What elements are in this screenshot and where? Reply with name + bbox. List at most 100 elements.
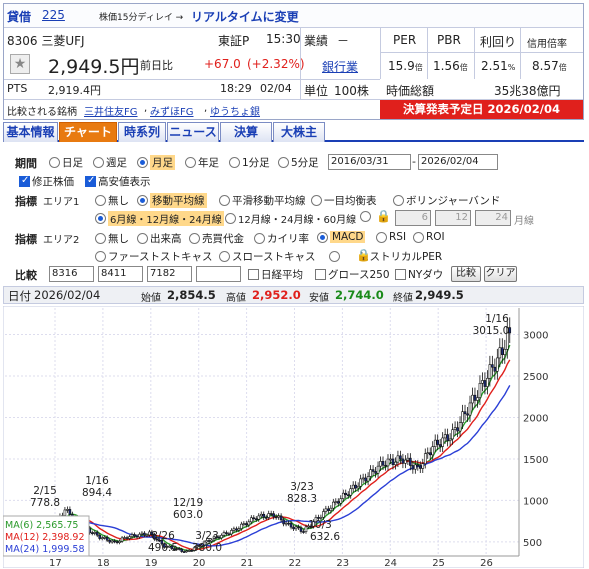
compare-stock-link[interactable]: 三井住友FG xyxy=(84,103,138,118)
close-value: 2,949.5 xyxy=(415,288,464,302)
chart-controls: 期間 日足 週足 月足 年足 1分足 5分足 2016/03/31 - 2026… xyxy=(3,145,584,282)
period-option-monthly[interactable]: 月足 xyxy=(137,155,175,170)
x-tick-label: 18 xyxy=(97,558,110,568)
ma-custom-input-3[interactable]: 24 xyxy=(475,210,511,226)
candle xyxy=(438,444,442,447)
price-chart[interactable]: 500 1000 1500 2000 2500 3000 17 18 19 20 21 22 23 24 2… xyxy=(3,306,584,568)
candle xyxy=(336,501,340,504)
candle xyxy=(113,540,116,543)
ma-custom-input-2[interactable]: 12 xyxy=(435,210,471,226)
compare-stock-link[interactable]: みずほFG xyxy=(150,103,194,118)
ma-option-6-12-24[interactable]: 6月線・12月線・24月線 xyxy=(95,211,224,226)
candle xyxy=(386,458,390,467)
candle xyxy=(95,532,99,536)
compare-input-4[interactable] xyxy=(196,266,241,282)
compare-input-1[interactable]: 8316 xyxy=(49,266,94,282)
candle xyxy=(180,548,184,552)
nydow-checkbox[interactable]: NYダウ xyxy=(395,267,443,282)
compare-button[interactable]: 比較 xyxy=(451,266,481,282)
candle xyxy=(262,513,266,518)
area1-option-bollinger[interactable]: ボリンジャーバンド xyxy=(393,193,500,208)
candle xyxy=(250,517,253,523)
candle xyxy=(369,469,372,477)
date-from-input[interactable]: 2016/03/31 xyxy=(328,154,411,170)
candle xyxy=(486,378,489,387)
candle xyxy=(463,411,467,415)
area2-option-historical-per[interactable]: 🔒 ヒストリカルPER xyxy=(329,248,442,264)
tab-basic-info[interactable]: 基本情報 xyxy=(3,122,58,142)
ma-custom-radio[interactable] xyxy=(360,211,371,222)
growth250-checkbox[interactable]: グロース250 xyxy=(315,267,390,282)
realtime-link[interactable]: リアルタイムに変更 xyxy=(191,8,299,25)
nikkei-checkbox[interactable]: 日経平均 xyxy=(248,267,303,282)
area2-option-volume[interactable]: 出来高 xyxy=(137,231,182,246)
candle xyxy=(436,439,439,445)
tab-earnings[interactable]: 決算 xyxy=(220,122,272,142)
compare-input-2[interactable]: 8411 xyxy=(98,266,143,282)
ohlc-date: 2026/02/04 xyxy=(34,288,101,302)
ma-option-12-24-60[interactable]: 12月線・24月線・60月線 xyxy=(225,211,356,226)
annotation-date: 1/16 xyxy=(485,313,509,325)
area2-option-turnover[interactable]: 売買代金 xyxy=(189,231,244,246)
area1-option-none[interactable]: 無し xyxy=(95,193,129,208)
compare-input-3[interactable]: 7182 xyxy=(147,266,192,282)
candle xyxy=(269,513,273,515)
period-option-yearly[interactable]: 年足 xyxy=(185,155,219,170)
open-value: 2,854.5 xyxy=(167,288,216,302)
date-to-input[interactable]: 2026/02/04 xyxy=(418,154,498,170)
area1-option-ma[interactable]: 移動平均線 xyxy=(137,193,207,208)
candle xyxy=(279,515,283,521)
candle xyxy=(396,455,400,463)
compare-stock-link[interactable]: ゆうちょ銀 xyxy=(210,103,260,118)
lending-code-link[interactable]: 225 xyxy=(42,8,65,22)
tab-chart[interactable]: チャート xyxy=(59,122,117,142)
adjusted-price-checkbox[interactable]: 修正株価 xyxy=(19,174,74,189)
candle xyxy=(461,411,464,423)
candle xyxy=(376,465,380,474)
candle xyxy=(473,394,477,401)
candle xyxy=(292,526,295,530)
candle xyxy=(322,511,325,518)
annotation-date: 10/3 xyxy=(308,519,332,531)
candle xyxy=(456,427,459,432)
annotation-date: 3/23 xyxy=(195,530,219,542)
candle xyxy=(140,532,144,535)
area1-option-ema[interactable]: 平滑移動平均線 xyxy=(219,193,306,208)
close-label: 終値 xyxy=(393,293,413,304)
annotation-value: 828.3 xyxy=(287,493,317,505)
high-label: 高値 xyxy=(226,293,246,304)
candle xyxy=(416,464,420,467)
area2-option-divergence[interactable]: カイリ率 xyxy=(254,231,309,246)
candle xyxy=(182,551,186,553)
ma-custom-input-1[interactable]: 6 xyxy=(395,210,431,226)
sector-link[interactable]: 銀行業 xyxy=(322,58,358,75)
ohlc-date-label: 日付 xyxy=(8,289,31,303)
period-option-5min[interactable]: 5分足 xyxy=(278,155,319,170)
candle xyxy=(227,533,231,535)
period-option-1min[interactable]: 1分足 xyxy=(229,155,270,170)
tab-news[interactable]: ニュース xyxy=(167,122,219,142)
clear-button[interactable]: クリア xyxy=(484,266,517,282)
area2-option-none[interactable]: 無し xyxy=(95,231,129,246)
period-option-daily[interactable]: 日足 xyxy=(49,155,83,170)
high-low-checkbox[interactable]: 高安値表示 xyxy=(85,174,151,189)
pts-time: 18:29 xyxy=(220,82,252,95)
area2-option-rsi[interactable]: RSI xyxy=(376,231,406,243)
area2-option-roi[interactable]: ROI xyxy=(413,231,445,243)
candle xyxy=(329,507,333,511)
period-option-weekly[interactable]: 週足 xyxy=(93,155,127,170)
area2-option-fast-stoch[interactable]: ファーストストキャス xyxy=(95,249,212,264)
ma-unit-label: 月線 xyxy=(514,216,534,227)
tab-major-shareholders[interactable]: 大株主 xyxy=(273,122,325,142)
area1-option-ichimoku[interactable]: 一目均衡表 xyxy=(311,193,377,208)
chart-ohlc-bar: 日付 2026/02/04 始値 2,854.5 高値 2,952.0 安値 2… xyxy=(3,286,584,304)
area2-option-slow-stoch[interactable]: スローストキャス xyxy=(219,249,315,264)
per-value: 15.9 xyxy=(388,59,415,73)
candle xyxy=(503,348,507,355)
tab-timeseries[interactable]: 時系列 xyxy=(118,122,166,142)
lending-label: 貸借 xyxy=(7,10,32,24)
candle xyxy=(409,457,412,466)
favorite-star-icon[interactable]: ★ xyxy=(10,54,30,74)
area2-option-macd[interactable]: MACD xyxy=(317,231,366,243)
candle xyxy=(118,540,121,543)
